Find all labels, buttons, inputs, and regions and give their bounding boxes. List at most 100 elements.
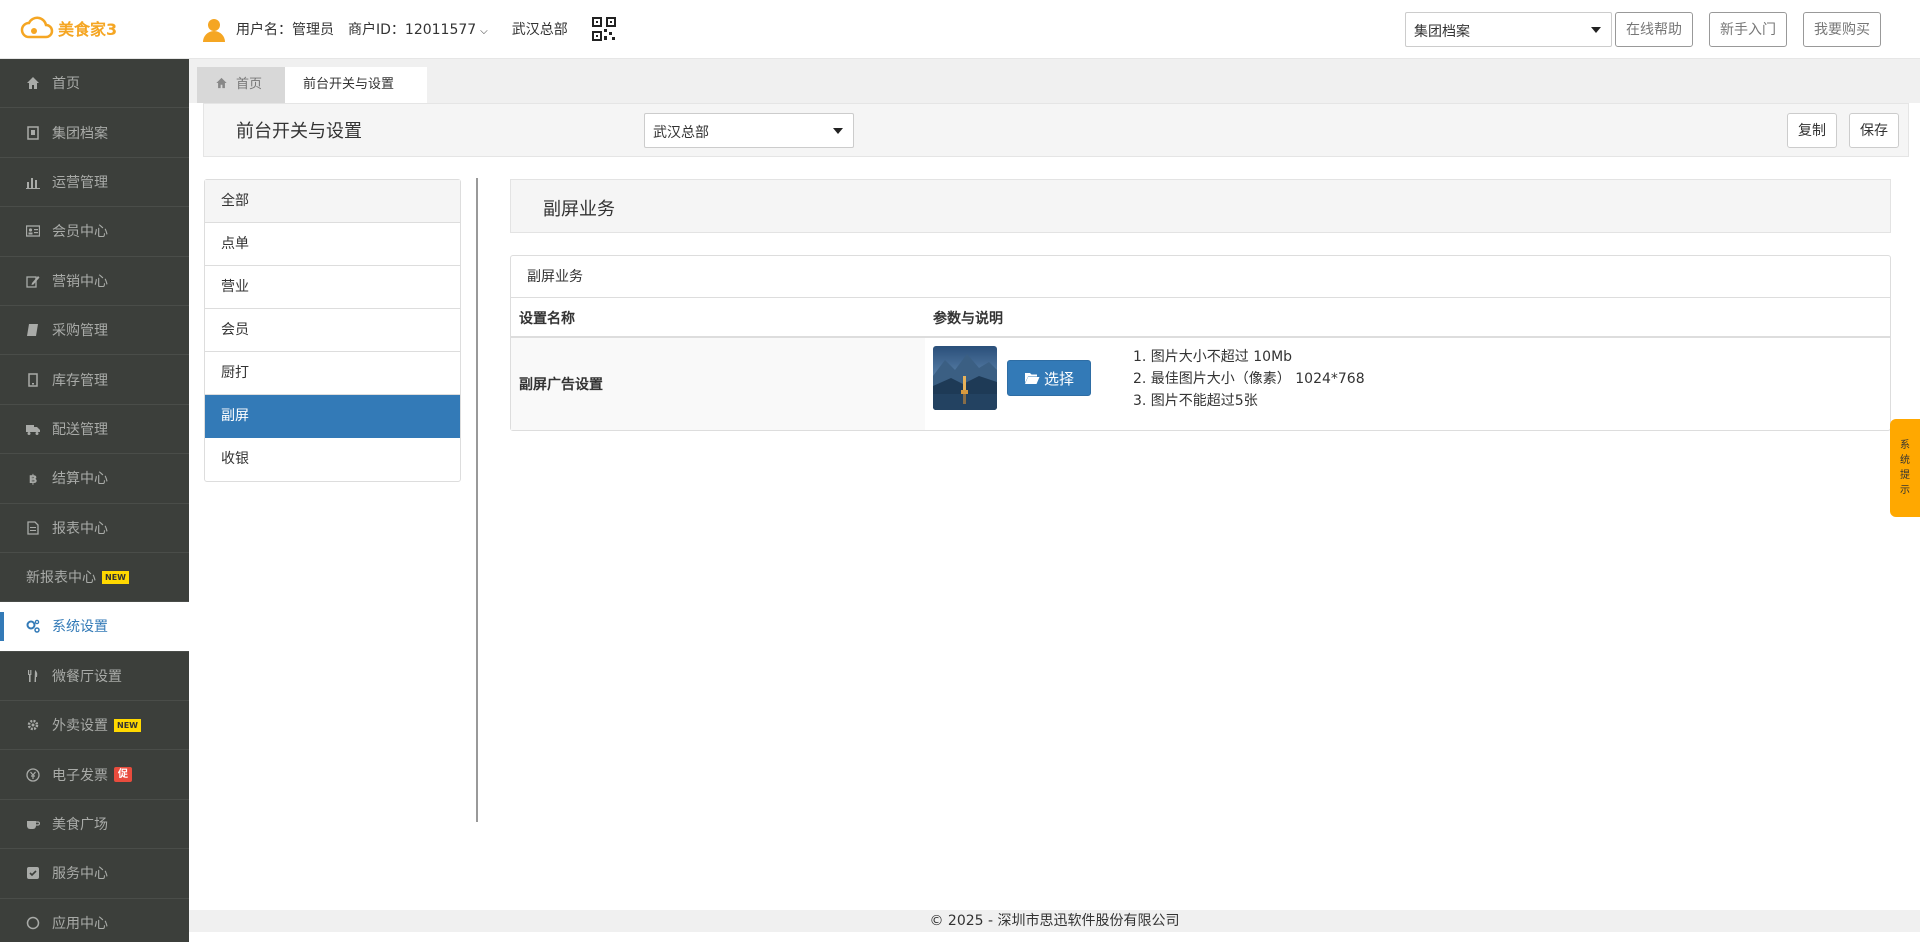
tab-label: 首页 (236, 77, 263, 92)
new-badge: NEW (114, 718, 141, 732)
buy-button[interactable]: 我要购买 (1803, 12, 1881, 47)
sidebar-item-reports[interactable]: 报表中心 (0, 504, 189, 553)
category-item-business[interactable]: 营业 (205, 266, 460, 309)
requirement-line: 1. 图片大小不超过 10Mb (1133, 349, 1293, 365)
sidebar-item-label: 服务中心 (52, 866, 108, 883)
column-header-name: 设置名称 (519, 311, 575, 327)
sidebar-item-label: 新报表中心 (26, 570, 96, 587)
sidebar-item-label: 库存管理 (52, 372, 108, 389)
tabs-bar: 首页 前台开关与设置 (189, 59, 1920, 103)
username-label: 用户名：管理员 (236, 22, 334, 38)
book-icon (27, 324, 38, 337)
file-icon (27, 125, 39, 140)
sidebar-item-delivery[interactable]: 配送管理 (0, 405, 189, 455)
panel-title: 副屏业务 (511, 256, 1890, 298)
setting-name: 副屏广告设置 (511, 338, 925, 430)
sidebar-item-label: 美食广场 (52, 817, 108, 834)
tab-home[interactable]: 首页 (197, 67, 285, 103)
settings-panel: 副屏业务 设置名称 参数与说明 副屏广告设置 选择 1. 图片大小不超过 10M… (510, 255, 1891, 431)
category-item-order[interactable]: 点单 (205, 223, 460, 266)
bar-chart-icon (26, 177, 40, 189)
table-header: 设置名称 参数与说明 (511, 298, 1890, 338)
sidebar-item-group-archive[interactable]: 集团档案 (0, 108, 189, 158)
bitcoin-icon: ฿ (29, 472, 37, 485)
report-icon (27, 521, 39, 535)
sidebar-item-label: 结算中心 (52, 471, 108, 488)
footer-copyright: © 2025 - 深圳市思迅软件股份有限公司 (189, 910, 1920, 932)
requirement-line: 3. 图片不能超过5张 (1133, 393, 1258, 409)
cogs-icon (26, 620, 40, 634)
sidebar-item-takeout-settings[interactable]: 外卖设置 NEW (0, 701, 189, 751)
tip-char: 统 (1900, 455, 1910, 466)
column-header-params: 参数与说明 (933, 311, 1003, 327)
section-header: 副屏业务 (510, 179, 1891, 233)
merchant-id-label: 商户ID：12011577 (348, 22, 477, 38)
sidebar-item-settlement[interactable]: ฿ 结算中心 (0, 454, 189, 504)
section-title: 副屏业务 (543, 199, 615, 220)
requirement-line: 2. 最佳图片大小（像素） 1024*768 (1133, 371, 1365, 387)
sidebar-item-home[interactable]: 首页 (0, 59, 189, 109)
landscape-image (933, 346, 997, 410)
app-icon (26, 916, 40, 930)
sidebar-item-app-center[interactable]: 应用中心 (0, 899, 189, 942)
new-badge: NEW (102, 570, 129, 584)
store-select[interactable]: 武汉总部 (644, 113, 854, 148)
tab-label: 前台开关与设置 (303, 77, 395, 92)
check-square-icon (27, 867, 39, 880)
choose-image-button[interactable]: 选择 (1007, 360, 1091, 396)
sidebar-item-service-center[interactable]: 服务中心 (0, 849, 189, 899)
tablet-icon (28, 372, 38, 387)
ad-image-thumbnail[interactable] (933, 346, 997, 410)
group-select-value: 集团档案 (1414, 24, 1470, 40)
sidebar-item-label: 系统设置 (52, 619, 108, 636)
tip-char: 示 (1900, 485, 1910, 496)
sidebar-item-label: 集团档案 (52, 125, 108, 142)
sidebar-item-inventory[interactable]: 库存管理 (0, 355, 189, 405)
merchant-dropdown[interactable]: 商户ID：12011577 ⌵ (348, 19, 488, 39)
coffee-icon (27, 821, 40, 830)
truck-icon (26, 424, 40, 435)
cutlery-icon (28, 669, 38, 682)
sidebar-item-label: 会员中心 (52, 224, 108, 241)
system-tip-tab[interactable]: 系 统 提 示 (1890, 419, 1920, 517)
beginner-guide-button[interactable]: 新手入门 (1709, 12, 1787, 47)
promo-badge: 促 (114, 767, 132, 783)
sidebar-item-micro-restaurant[interactable]: 微餐厅设置 (0, 652, 189, 702)
logo-text: 美食家3 (58, 20, 118, 39)
qr-code-icon[interactable] (591, 17, 616, 41)
sidebar-item-food-court[interactable]: 美食广场 (0, 800, 189, 850)
category-item-member[interactable]: 会员 (205, 309, 460, 352)
tab-frontend-settings[interactable]: 前台开关与设置 (285, 67, 427, 103)
group-select[interactable]: 集团档案 (1405, 12, 1612, 47)
sidebar-item-label: 电子发票 (52, 767, 108, 784)
image-requirements: 1. 图片大小不超过 10Mb 2. 最佳图片大小（像素） 1024*768 3… (1133, 346, 1365, 412)
sidebar-item-label: 配送管理 (52, 421, 108, 438)
sidebar-item-e-invoice[interactable]: 电子发票 促 (0, 750, 189, 800)
home-icon (27, 77, 39, 90)
cloud-logo-icon (20, 16, 54, 39)
copy-button[interactable]: 复制 (1787, 113, 1837, 148)
sidebar-item-marketing[interactable]: 营销中心 (0, 257, 189, 306)
sidebar-item-purchasing[interactable]: 采购管理 (0, 306, 189, 356)
caret-down-icon (1591, 27, 1601, 33)
sidebar-item-system-settings[interactable]: 系统设置 (0, 602, 189, 652)
edit-icon (26, 275, 40, 288)
sidebar-item-label: 微餐厅设置 (52, 668, 122, 685)
id-card-icon (26, 225, 40, 238)
category-item-secondary-screen[interactable]: 副屏 (205, 395, 460, 438)
user-avatar-icon (203, 19, 225, 42)
logo[interactable]: 美食家3 (20, 16, 117, 40)
category-item-kitchen-print[interactable]: 厨打 (205, 352, 460, 395)
online-help-button[interactable]: 在线帮助 (1615, 12, 1693, 47)
sidebar-item-new-reports[interactable]: 新报表中心 NEW (0, 553, 189, 603)
sidebar-item-operations[interactable]: 运营管理 (0, 158, 189, 208)
save-button[interactable]: 保存 (1849, 113, 1899, 148)
sidebar-item-members[interactable]: 会员中心 (0, 207, 189, 257)
tip-char: 系 (1900, 440, 1910, 451)
home-icon (216, 77, 227, 89)
folder-open-icon (1024, 373, 1040, 384)
store-select-value: 武汉总部 (653, 125, 709, 141)
choose-button-label: 选择 (1043, 369, 1074, 388)
category-item-all[interactable]: 全部 (205, 180, 460, 223)
category-item-cashier[interactable]: 收银 (205, 438, 460, 481)
